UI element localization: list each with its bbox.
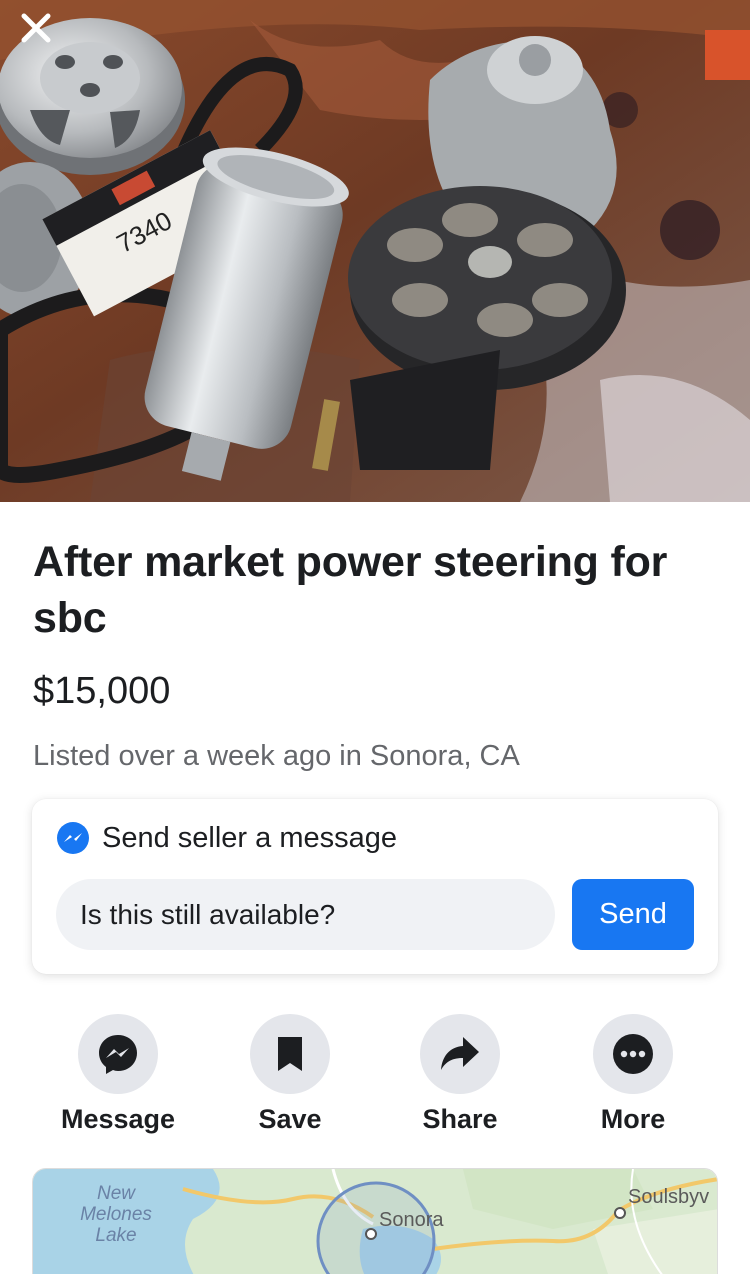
message-input[interactable] [56, 879, 555, 950]
message-button[interactable]: Message [32, 1014, 204, 1135]
send-button[interactable]: Send [572, 879, 694, 950]
listing-price: $15,000 [33, 670, 171, 712]
action-bar: Message Save Share More [0, 1014, 750, 1144]
message-card-title: Send seller a message [102, 821, 397, 854]
map-lake-label: New Melones Lake [80, 1183, 152, 1246]
listing-meta[interactable]: Listed over a week ago in Sonora, CA [33, 740, 520, 773]
share-button-circle[interactable] [420, 1014, 500, 1094]
location-map[interactable]: New Melones Lake Sonora Soulsbyv [32, 1168, 718, 1274]
more-button[interactable]: More [547, 1014, 719, 1135]
listing-title: After market power steering for sbc [33, 538, 668, 642]
messenger-icon [57, 822, 89, 854]
bookmark-icon [278, 1037, 302, 1071]
share-button[interactable]: Share [374, 1014, 546, 1135]
listing-photo[interactable]: 7340 [0, 0, 750, 502]
more-button-circle[interactable] [593, 1014, 673, 1094]
send-message-card: Send seller a message Send [32, 799, 718, 974]
save-button[interactable]: Save [204, 1014, 376, 1135]
map-city-label-right: Soulsbyv [628, 1186, 710, 1208]
save-label: Save [258, 1104, 322, 1134]
message-label: Message [60, 1104, 176, 1134]
more-dots-icon [613, 1034, 653, 1074]
messenger-icon [99, 1035, 137, 1074]
save-button-circle[interactable] [250, 1014, 330, 1094]
share-arrow-icon [441, 1037, 479, 1070]
map-city-label: Sonora [379, 1209, 444, 1231]
close-icon[interactable] [16, 8, 56, 48]
message-button-circle[interactable] [78, 1014, 158, 1094]
more-label: More [600, 1104, 666, 1134]
message-card-header: Send seller a message [56, 821, 397, 855]
share-label: Share [422, 1104, 498, 1134]
